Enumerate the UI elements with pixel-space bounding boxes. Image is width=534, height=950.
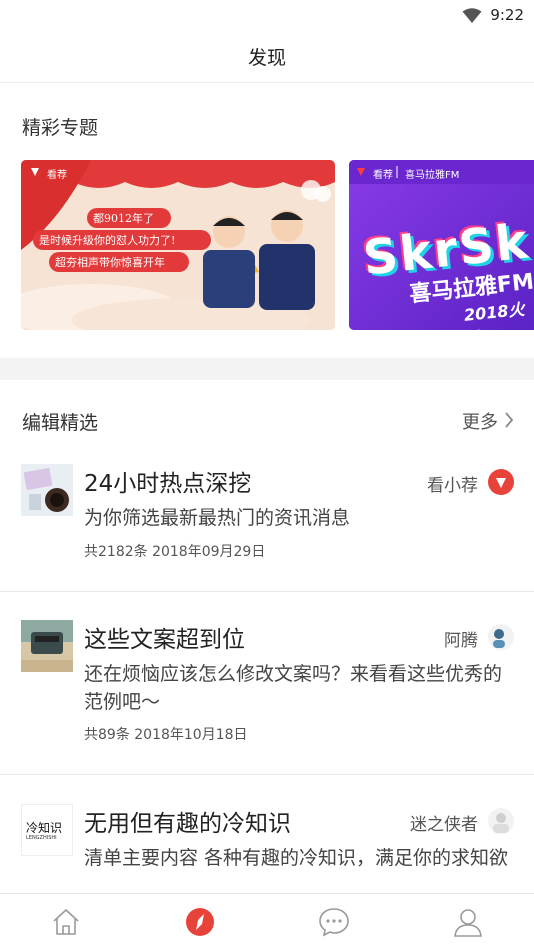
thumb-subtext: LENGZHISHI xyxy=(26,835,57,841)
more-link[interactable]: 更多 xyxy=(462,408,498,434)
featured-section-title: 精彩专题 xyxy=(22,117,99,139)
banner-badge: 看荐 xyxy=(47,170,67,181)
avatar xyxy=(488,624,514,650)
item-description: 清单主要内容 各种有趣的冷知识，满足你的求知欲 xyxy=(84,847,509,869)
chat-icon[interactable] xyxy=(316,904,352,940)
item-meta: 共89条 2018年10月18日 xyxy=(84,727,248,743)
featured-banner-crosstalk[interactable]: 看荐 都9012年了 是时候升级你的怼人功力了! 超夯相声带你惊喜开年 xyxy=(21,160,335,330)
item-meta: 共2182条 2018年09月29日 xyxy=(84,544,266,560)
thumb-text: 冷知识 xyxy=(26,821,63,835)
avatar xyxy=(488,808,514,834)
item-thumbnail xyxy=(21,464,73,516)
compass-icon[interactable] xyxy=(182,904,218,940)
featured-banner-skrsk[interactable]: 看荐 喜马拉雅FM SkrSk 喜马拉雅FM 2018火热 xyxy=(349,160,534,330)
item-author: 阿腾 xyxy=(444,631,478,651)
title-bar: 发现 xyxy=(0,30,534,83)
item-author: 看小荐 xyxy=(427,476,478,496)
banner2-brand: 喜马拉雅FM xyxy=(405,170,460,181)
profile-icon[interactable] xyxy=(450,904,486,940)
item-author: 迷之侠者 xyxy=(410,815,478,835)
banner-line-1: 都9012年了 xyxy=(93,212,154,225)
item-title: 这些文案超到位 xyxy=(84,627,245,653)
user-icon xyxy=(493,813,509,833)
heart-icon xyxy=(496,478,506,488)
list-item[interactable]: 24小时热点深挖 看小荐 为你筛选最新最热门的资讯消息 共2182条 2018年… xyxy=(0,444,534,592)
banner-line-3: 超夯相声带你惊喜开年 xyxy=(55,256,165,269)
status-bar: 9:22 xyxy=(0,0,534,30)
item-thumbnail: 冷知识 LENGZHISHI xyxy=(21,804,73,856)
item-title: 无用但有趣的冷知识 xyxy=(84,811,291,837)
item-description: 还在烦恼应该怎么修改文案吗？来看看这些优秀的范例吧～ xyxy=(84,663,503,713)
item-thumbnail xyxy=(21,620,73,672)
editor-section-title: 编辑精选 xyxy=(22,412,99,434)
item-title: 24小时热点深挖 xyxy=(84,471,252,497)
status-time: 9:22 xyxy=(490,6,524,24)
banner-line-2: 是时候升级你的怼人功力了! xyxy=(39,234,176,247)
section-divider xyxy=(0,358,534,380)
list-item[interactable]: 这些文案超到位 阿腾 还在烦恼应该怎么修改文案吗？来看看这些优秀的范例吧～ 共8… xyxy=(0,591,534,775)
banner2-badge: 看荐 xyxy=(373,170,393,181)
user-icon xyxy=(493,629,505,648)
item-description: 为你筛选最新最热门的资讯消息 xyxy=(84,507,351,529)
avatar xyxy=(488,469,514,495)
wifi-icon xyxy=(462,8,482,23)
chevron-right-icon xyxy=(505,412,514,428)
list-item[interactable]: 冷知识 LENGZHISHI 无用但有趣的冷知识 迷之侠者 清单主要内容 各种有… xyxy=(0,774,534,893)
bottom-tab-bar xyxy=(0,893,534,950)
page-title: 发现 xyxy=(247,47,286,69)
home-icon[interactable] xyxy=(48,904,84,940)
